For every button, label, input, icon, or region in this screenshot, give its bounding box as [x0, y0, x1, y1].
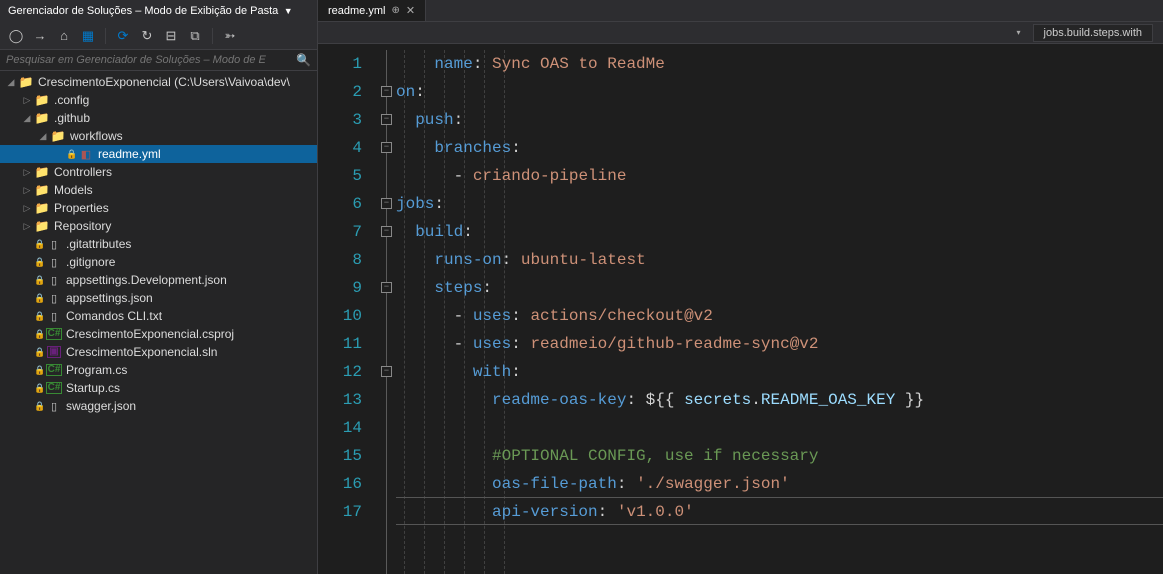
fold-column: − − − − − − −	[378, 50, 396, 574]
tree-file-comandos[interactable]: ▷🔒▯Comandos CLI.txt	[0, 307, 317, 325]
tree-root[interactable]: ◢📁CrescimentoExponencial (C:\Users\Vaivo…	[0, 73, 317, 91]
code-line: - uses: readmeio/github-readme-sync@v2	[396, 330, 1163, 358]
fold-icon[interactable]: −	[381, 142, 392, 153]
tree-file-appsettings-dev[interactable]: ▷🔒▯appsettings.Development.json	[0, 271, 317, 289]
tree-file-program[interactable]: ▷🔒C#Program.cs	[0, 361, 317, 379]
fold-icon[interactable]: −	[381, 114, 392, 125]
code-line: - uses: actions/checkout@v2	[396, 302, 1163, 330]
collapse-icon[interactable]: ⊟	[161, 26, 181, 46]
search-row: 🔍	[0, 50, 317, 71]
tab-readme-yml[interactable]: readme.yml ⊕ ✕	[318, 0, 426, 21]
tab-bar: readme.yml ⊕ ✕	[318, 0, 1163, 22]
code-line: with:	[396, 358, 1163, 386]
lock-icon: 🔒	[34, 311, 44, 322]
tree-file-sln[interactable]: ▷🔒▣CrescimentoExponencial.sln	[0, 343, 317, 361]
code-line: api-version: 'v1.0.0'	[396, 497, 1163, 525]
breadcrumb-path[interactable]: jobs.build.steps.with	[1033, 24, 1153, 42]
tree-file-gitignore[interactable]: ▷🔒▯.gitignore	[0, 253, 317, 271]
lock-icon: 🔒	[34, 239, 44, 250]
tree-folder-repository[interactable]: ▷📁Repository	[0, 217, 317, 235]
code-line: jobs:	[396, 190, 1163, 218]
tree-folder-workflows[interactable]: ◢📁workflows	[0, 127, 317, 145]
breadcrumb-dropdown-icon[interactable]: ▾	[1013, 28, 1025, 37]
show-all-icon[interactable]: ⧉	[185, 26, 205, 46]
lock-icon: 🔒	[34, 293, 44, 304]
tab-label: readme.yml	[328, 5, 385, 17]
tree-folder-config[interactable]: ▷📁.config	[0, 91, 317, 109]
search-icon[interactable]: 🔍	[296, 53, 311, 67]
editor-pane: readme.yml ⊕ ✕ ▾ jobs.build.steps.with 1…	[318, 0, 1163, 574]
tree-file-swagger[interactable]: ▷🔒▯swagger.json	[0, 397, 317, 415]
sync-icon[interactable]: ↻	[137, 26, 157, 46]
code-line: name: Sync OAS to ReadMe	[396, 50, 1163, 78]
code-line: runs-on: ubuntu-latest	[396, 246, 1163, 274]
code-line	[396, 414, 1163, 442]
code-line: build:	[396, 218, 1163, 246]
back-icon[interactable]: ◯	[6, 26, 26, 46]
close-icon[interactable]: ✕	[406, 4, 415, 17]
lock-icon: 🔒	[34, 329, 44, 340]
refresh-icon[interactable]: ⟳	[113, 26, 133, 46]
separator	[212, 28, 213, 44]
code-content[interactable]: name: Sync OAS to ReadMe on: push: branc…	[396, 50, 1163, 574]
lock-icon: 🔒	[34, 401, 44, 412]
tree-folder-models[interactable]: ▷📁Models	[0, 181, 317, 199]
switch-view-icon[interactable]: ▦	[78, 26, 98, 46]
code-line: #OPTIONAL CONFIG, use if necessary	[396, 442, 1163, 470]
fold-icon[interactable]: −	[381, 366, 392, 377]
lock-icon: 🔒	[66, 149, 76, 160]
code-line: readme-oas-key: ${{ secrets.README_OAS_K…	[396, 386, 1163, 414]
fold-icon[interactable]: −	[381, 226, 392, 237]
pin-icon[interactable]: ⊕	[391, 5, 399, 16]
code-line: steps:	[396, 274, 1163, 302]
tree-folder-properties[interactable]: ▷📁Properties	[0, 199, 317, 217]
lock-icon: 🔒	[34, 347, 44, 358]
lock-icon: 🔒	[34, 275, 44, 286]
tree-folder-controllers[interactable]: ▷📁Controllers	[0, 163, 317, 181]
lock-icon: 🔒	[34, 365, 44, 376]
code-line: oas-file-path: './swagger.json'	[396, 470, 1163, 498]
code-line: - criando-pipeline	[396, 162, 1163, 190]
fold-icon[interactable]: −	[381, 282, 392, 293]
properties-icon[interactable]: ➳	[220, 26, 240, 46]
tree-file-csproj[interactable]: ▷🔒C#CrescimentoExponencial.csproj	[0, 325, 317, 343]
forward-icon[interactable]: →	[30, 26, 50, 46]
lock-icon: 🔒	[34, 257, 44, 268]
home-icon[interactable]: ⌂	[54, 26, 74, 46]
tree-folder-github[interactable]: ◢📁.github	[0, 109, 317, 127]
tree-file-gitattributes[interactable]: ▷🔒▯.gitattributes	[0, 235, 317, 253]
code-line: branches:	[396, 134, 1163, 162]
solution-explorer: Gerenciador de Soluções – Modo de Exibiç…	[0, 0, 318, 574]
sidebar-toolbar: ◯ → ⌂ ▦ ⟳ ↻ ⊟ ⧉ ➳	[0, 22, 317, 50]
code-line: on:	[396, 78, 1163, 106]
line-number-gutter: 1 2 3 4 5 6 7 8 9 10 11 12 13 14 15 16 1…	[318, 50, 378, 574]
fold-icon[interactable]: −	[381, 86, 392, 97]
sidebar-title: Gerenciador de Soluções – Modo de Exibiç…	[8, 5, 278, 17]
breadcrumb-bar: ▾ jobs.build.steps.with	[318, 22, 1163, 44]
separator	[105, 28, 106, 44]
code-line: push:	[396, 106, 1163, 134]
sidebar-title-bar[interactable]: Gerenciador de Soluções – Modo de Exibiç…	[0, 0, 317, 22]
lock-icon: 🔒	[34, 383, 44, 394]
search-input[interactable]	[6, 54, 292, 66]
code-editor[interactable]: 1 2 3 4 5 6 7 8 9 10 11 12 13 14 15 16 1…	[318, 44, 1163, 574]
tree-file-readme-yml[interactable]: ▷🔒◧readme.yml	[0, 145, 317, 163]
tree-file-appsettings[interactable]: ▷🔒▯appsettings.json	[0, 289, 317, 307]
fold-icon[interactable]: −	[381, 198, 392, 209]
file-tree: ◢📁CrescimentoExponencial (C:\Users\Vaivo…	[0, 71, 317, 574]
tree-file-startup[interactable]: ▷🔒C#Startup.cs	[0, 379, 317, 397]
dropdown-icon[interactable]: ▼	[281, 6, 292, 16]
